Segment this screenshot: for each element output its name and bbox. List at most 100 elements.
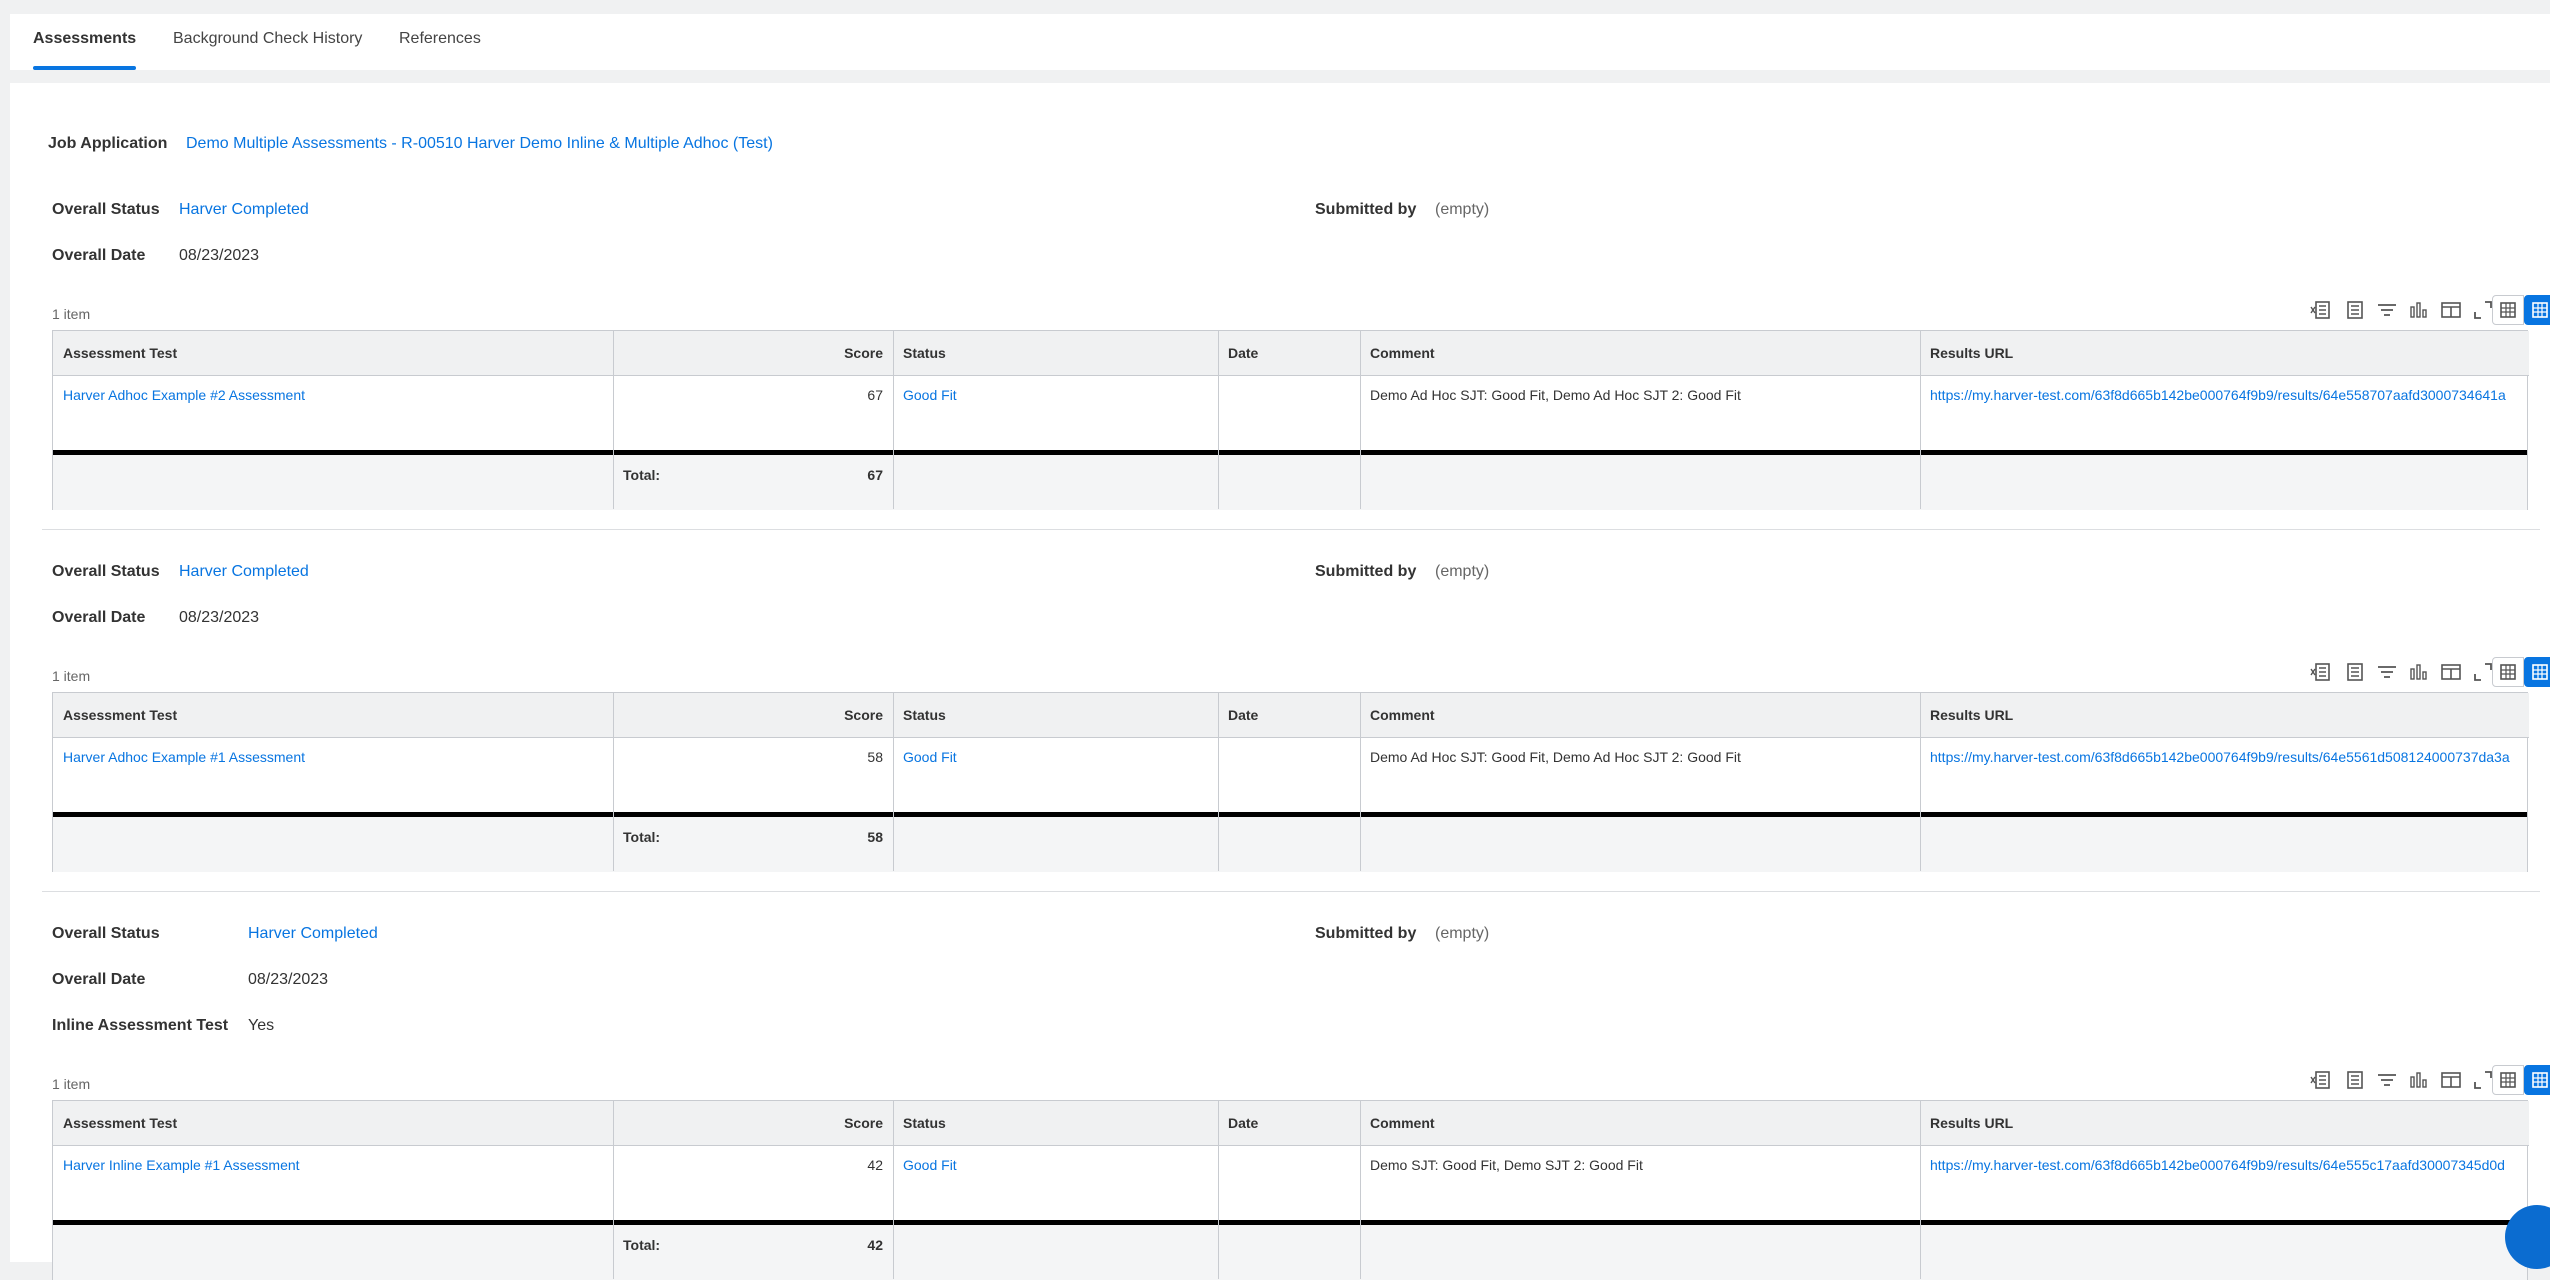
tab-references[interactable]: References [399, 30, 481, 48]
export-excel-icon[interactable] [2310, 661, 2332, 683]
table-view-icon[interactable] [2492, 657, 2524, 687]
filter-icon[interactable] [2376, 661, 2398, 683]
column-divider [1218, 693, 1219, 871]
overall-date-value: 08/23/2023 [248, 971, 329, 988]
export-excel-icon[interactable] [2310, 1069, 2332, 1091]
comment-cell: Demo Ad Hoc SJT: Good Fit, Demo Ad Hoc S… [1370, 387, 1741, 403]
column-divider [1920, 1101, 1921, 1279]
results-url-link[interactable]: https://my.harver-test.com/63f8d665b142b… [1930, 749, 2510, 765]
chart-icon[interactable] [2408, 1069, 2430, 1091]
column-header[interactable]: Score [613, 693, 893, 738]
column-header[interactable]: Comment [1360, 693, 1920, 738]
job-application-link[interactable]: Demo Multiple Assessments - R-00510 Harv… [186, 135, 773, 153]
column-header[interactable]: Results URL [1920, 693, 2529, 738]
assessment-test-link[interactable]: Harver Inline Example #1 Assessment [63, 1157, 300, 1173]
tab-assessments[interactable]: Assessments [33, 30, 136, 48]
item-count: 1 item [52, 668, 91, 684]
fullscreen-icon[interactable] [2472, 661, 2494, 683]
column-header[interactable]: Date [1218, 331, 1360, 376]
item-count: 1 item [52, 1076, 91, 1092]
inline-assessment-label: Inline Assessment Test [52, 1017, 229, 1034]
column-divider [1920, 693, 1921, 871]
filter-icon[interactable] [2376, 299, 2398, 321]
chart-icon[interactable] [2408, 661, 2430, 683]
table-view-icon[interactable] [2492, 1065, 2524, 1095]
assessment-test-link[interactable]: Harver Adhoc Example #1 Assessment [63, 749, 305, 765]
assessment-test-cell: Harver Adhoc Example #1 Assessment [53, 738, 613, 813]
total-row: Total: 67 [53, 455, 2527, 510]
columns-icon[interactable] [2440, 1069, 2462, 1091]
submitted-by-value: (empty) [1435, 925, 1490, 942]
column-divider [1218, 331, 1219, 509]
status-link[interactable]: Good Fit [903, 749, 957, 765]
column-header[interactable]: Comment [1360, 1101, 1920, 1146]
column-header[interactable]: Date [1218, 1101, 1360, 1146]
status-link[interactable]: Good Fit [903, 1157, 957, 1173]
column-header[interactable]: Status [893, 1101, 1218, 1146]
column-header[interactable]: Score [613, 331, 893, 376]
submitted-by-value: (empty) [1435, 563, 1490, 580]
total-row: Total: 42 [53, 1225, 2527, 1280]
table-view-icon[interactable] [2492, 295, 2524, 325]
comment-cell: Demo Ad Hoc SJT: Good Fit, Demo Ad Hoc S… [1370, 749, 1741, 765]
submitted-by-label: Submitted by [1315, 925, 1417, 942]
score-cell: 42 [867, 1157, 883, 1173]
status-link[interactable]: Good Fit [903, 387, 957, 403]
overall-date-label: Overall Date [52, 971, 146, 988]
results-url-link[interactable]: https://my.harver-test.com/63f8d665b142b… [1930, 387, 2506, 403]
tab-background-check-history[interactable]: Background Check History [173, 30, 362, 48]
column-divider [893, 331, 894, 509]
column-header[interactable]: Results URL [1920, 1101, 2529, 1146]
overall-status-value[interactable]: Harver Completed [248, 925, 378, 943]
filter-icon[interactable] [2376, 1069, 2398, 1091]
column-header[interactable]: Assessment Test [53, 331, 613, 376]
overall-status-label: Overall Status [52, 563, 160, 580]
column-divider [1920, 331, 1921, 509]
column-header[interactable]: Comment [1360, 331, 1920, 376]
total-value: 58 [867, 829, 883, 845]
total-value: 67 [867, 467, 883, 483]
status-cell: Good Fit [893, 738, 1218, 813]
columns-icon[interactable] [2440, 661, 2462, 683]
export-excel-icon[interactable] [2310, 299, 2332, 321]
pdf-icon[interactable] [2344, 299, 2366, 321]
assessment-test-link[interactable]: Harver Adhoc Example #2 Assessment [63, 387, 305, 403]
chart-icon[interactable] [2408, 299, 2430, 321]
score-cell: 58 [867, 749, 883, 765]
column-header[interactable]: Assessment Test [53, 1101, 613, 1146]
assessments-panel: Job Application Demo Multiple Assessment… [10, 83, 2550, 1262]
column-header[interactable]: Score [613, 1101, 893, 1146]
status-cell: Good Fit [893, 1146, 1218, 1221]
column-header[interactable]: Results URL [1920, 331, 2529, 376]
pdf-icon[interactable] [2344, 661, 2366, 683]
overall-date-value: 08/23/2023 [179, 247, 260, 264]
total-row: Total: 58 [53, 817, 2527, 872]
overall-status-value[interactable]: Harver Completed [179, 563, 309, 581]
total-label: Total: [623, 467, 661, 483]
total-label: Total: [623, 1237, 661, 1253]
fullscreen-icon[interactable] [2472, 299, 2494, 321]
column-header[interactable]: Date [1218, 693, 1360, 738]
column-divider [1360, 693, 1361, 871]
overall-status-label: Overall Status [52, 925, 160, 942]
date-cell [1218, 376, 1360, 451]
results-url-link[interactable]: https://my.harver-test.com/63f8d665b142b… [1930, 1157, 2505, 1173]
column-header[interactable]: Status [893, 331, 1218, 376]
columns-icon[interactable] [2440, 299, 2462, 321]
grid-view-icon[interactable] [2524, 295, 2550, 325]
submitted-by-label: Submitted by [1315, 563, 1417, 580]
grid-view-icon[interactable] [2524, 1065, 2550, 1095]
overall-status-value[interactable]: Harver Completed [179, 201, 309, 219]
pdf-icon[interactable] [2344, 1069, 2366, 1091]
assessment-results-table: Assessment Test Score Status Date Comment Res… [52, 1100, 2529, 1280]
inline-assessment-value: Yes [248, 1017, 275, 1034]
grid-view-icon[interactable] [2524, 657, 2550, 687]
submitted-by-value: (empty) [1435, 201, 1490, 218]
score-cell: 67 [867, 387, 883, 403]
fullscreen-icon[interactable] [2472, 1069, 2494, 1091]
status-cell: Good Fit [893, 376, 1218, 451]
column-divider [613, 1101, 614, 1279]
overall-date-label: Overall Date [52, 247, 146, 264]
column-header[interactable]: Status [893, 693, 1218, 738]
column-header[interactable]: Assessment Test [53, 693, 613, 738]
